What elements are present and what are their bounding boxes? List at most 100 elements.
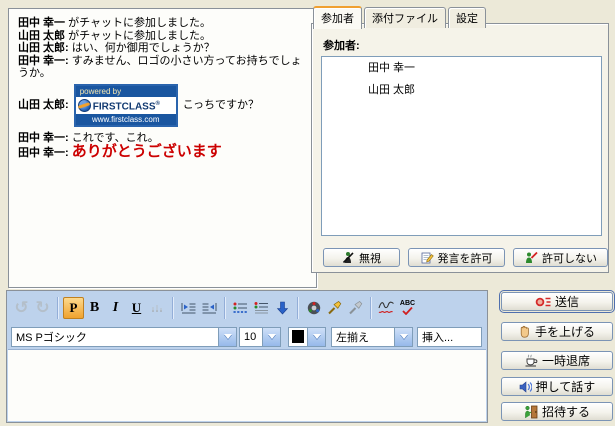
message-text: こっちですか？ bbox=[183, 99, 259, 111]
dropdown-arrow-icon[interactable] bbox=[307, 328, 325, 346]
line-spacing-loose-icon[interactable] bbox=[251, 297, 272, 318]
moderation-button-row: 無視 発言を許可 許可しない bbox=[323, 248, 608, 267]
italic-button[interactable]: I bbox=[105, 297, 126, 318]
ignore-button[interactable]: 無視 bbox=[323, 248, 400, 267]
indent-decrease-icon[interactable] bbox=[199, 297, 220, 318]
deny-button-label: 許可しない bbox=[542, 250, 597, 266]
logo-url: www.firstclass.com bbox=[76, 114, 176, 125]
chat-message-emphasis: 田中 幸一: ありがとうございます bbox=[18, 144, 307, 160]
toolbar-divider bbox=[57, 297, 59, 319]
chat-message-with-image: 山田 太郎: powered by FIRSTCLASS® www.firstc… bbox=[18, 84, 307, 127]
font-family-select[interactable]: MS Pゴシック bbox=[11, 327, 237, 347]
ignore-button-label: 無視 bbox=[359, 250, 381, 266]
deny-button[interactable]: 許可しない bbox=[513, 248, 608, 267]
participant-name: 田中 幸一 bbox=[18, 17, 65, 29]
push-to-talk-button[interactable]: 押して話す bbox=[501, 377, 613, 396]
indent-increase-icon[interactable] bbox=[178, 297, 199, 318]
fixed-size-icon[interactable] bbox=[147, 297, 168, 318]
chat-message: 田中 幸一: すみません、ロゴの小さい方ってお持ちでしょうか。 bbox=[18, 55, 307, 79]
font-size-select[interactable]: 10 bbox=[239, 327, 281, 347]
message-input[interactable] bbox=[8, 349, 486, 421]
firstclass-logo: powered by FIRSTCLASS® www.firstclass.co… bbox=[74, 84, 178, 127]
tab-participants[interactable]: 参加者 bbox=[313, 6, 362, 29]
globe-icon bbox=[78, 99, 91, 112]
allow-speak-button-label: 発言を許可 bbox=[438, 250, 493, 266]
message-text-emphasis: ありがとうございます bbox=[72, 143, 222, 160]
logo-powered-by: powered by bbox=[76, 86, 176, 97]
registered-mark: ® bbox=[156, 101, 160, 107]
color-swatch bbox=[292, 330, 304, 343]
underline-button[interactable]: U bbox=[126, 297, 147, 318]
formatting-toolbar: ↺ ↻ P B I U bbox=[7, 291, 487, 324]
chat-message: 田中 幸一 がチャットに参加しました。 bbox=[18, 17, 307, 29]
send-button[interactable]: 送信 bbox=[501, 292, 613, 311]
away-button-label: 一時退席 bbox=[542, 352, 590, 369]
toolbar-divider bbox=[370, 297, 372, 319]
deny-person-icon bbox=[524, 251, 538, 264]
participant-list-item[interactable]: 田中 幸一 bbox=[322, 57, 601, 79]
font-family-value: MS Pゴシック bbox=[12, 329, 218, 345]
chat-message: 山田 太郎: はい、何か御用でしょうか？ bbox=[18, 42, 307, 54]
font-color-select[interactable] bbox=[288, 327, 326, 347]
away-button[interactable]: 一時退席 bbox=[501, 351, 613, 370]
spell-check-icon[interactable]: ABC bbox=[397, 297, 418, 318]
speaker-icon bbox=[519, 381, 532, 393]
toolbar-divider bbox=[224, 297, 226, 319]
participant-name: 田中 幸一: bbox=[18, 147, 69, 159]
send-icon bbox=[535, 296, 551, 308]
pencil-note-icon bbox=[421, 251, 434, 264]
invite-door-icon bbox=[524, 405, 538, 419]
ignore-person-icon bbox=[342, 251, 355, 264]
chat-window: { "colors": { "background": "#ece9d8", "… bbox=[0, 0, 615, 426]
plain-style-button[interactable]: P bbox=[63, 297, 84, 318]
toolbar-divider bbox=[172, 297, 174, 319]
raise-hand-button[interactable]: 手を上げる bbox=[501, 322, 613, 341]
bold-button[interactable]: B bbox=[84, 297, 105, 318]
dropdown-arrow-icon[interactable] bbox=[262, 328, 280, 346]
eyedropper-icon[interactable] bbox=[324, 297, 345, 318]
insert-value: 挿入... bbox=[418, 329, 481, 345]
push-to-talk-button-label: 押して話す bbox=[536, 378, 596, 395]
participant-name: 山田 太郎 bbox=[18, 30, 65, 42]
participant-list-item[interactable]: 山田 太郎 bbox=[322, 79, 601, 101]
insert-select[interactable]: 挿入... bbox=[417, 327, 482, 347]
font-size-value: 10 bbox=[240, 331, 262, 343]
participant-name: 田中 幸一: bbox=[18, 132, 69, 144]
message-text: はい、何か御用でしょうか？ bbox=[72, 42, 215, 54]
move-down-icon[interactable] bbox=[272, 297, 293, 318]
tab-attachments[interactable]: 添付ファイル bbox=[364, 7, 446, 28]
alignment-value: 左揃え bbox=[332, 329, 394, 345]
raise-hand-button-label: 手を上げる bbox=[535, 323, 595, 340]
allow-speak-button[interactable]: 発言を許可 bbox=[408, 248, 505, 267]
invite-button[interactable]: 招待する bbox=[501, 402, 613, 421]
signature-icon[interactable] bbox=[376, 297, 397, 318]
invite-button-label: 招待する bbox=[542, 403, 590, 420]
raised-hand-icon bbox=[519, 325, 531, 338]
eyedropper-disabled-icon[interactable] bbox=[345, 297, 366, 318]
tab-settings[interactable]: 設定 bbox=[448, 7, 486, 28]
alignment-select[interactable]: 左揃え bbox=[331, 327, 413, 347]
participant-name: 山田 太郎: bbox=[18, 99, 69, 111]
line-spacing-tight-icon[interactable] bbox=[230, 297, 251, 318]
logo-brand: FIRSTCLASS bbox=[93, 101, 156, 112]
side-panel: 参加者 添付ファイル 設定 参加者: 田中 幸一 山田 太郎 無視 発言を許可 … bbox=[311, 6, 609, 272]
font-toolbar: MS Pゴシック 10 左揃え 挿入... bbox=[7, 324, 487, 349]
redo-icon[interactable]: ↻ bbox=[32, 297, 53, 318]
dropdown-arrow-icon[interactable] bbox=[218, 328, 236, 346]
coffee-cup-icon bbox=[524, 354, 538, 367]
participant-name: 山田 太郎: bbox=[18, 42, 69, 54]
undo-icon[interactable]: ↺ bbox=[11, 297, 32, 318]
participants-tab-panel: 参加者: 田中 幸一 山田 太郎 無視 発言を許可 許可しない bbox=[311, 23, 609, 273]
message-text: がチャットに参加しました。 bbox=[68, 30, 211, 42]
tab-strip: 参加者 添付ファイル 設定 bbox=[313, 6, 488, 28]
participants-label: 参加者: bbox=[323, 37, 360, 53]
send-button-label: 送信 bbox=[555, 293, 579, 310]
participant-name: 田中 幸一: bbox=[18, 55, 69, 67]
color-wheel-icon[interactable] bbox=[303, 297, 324, 318]
chat-transcript[interactable]: 田中 幸一 がチャットに参加しました。 山田 太郎 がチャットに参加しました。 … bbox=[8, 8, 317, 288]
toolbar-divider bbox=[297, 297, 299, 319]
participant-list[interactable]: 田中 幸一 山田 太郎 bbox=[321, 56, 602, 236]
dropdown-arrow-icon[interactable] bbox=[394, 328, 412, 346]
message-editor-panel: ↺ ↻ P B I U bbox=[6, 290, 488, 423]
message-text: がチャットに参加しました。 bbox=[68, 17, 211, 29]
